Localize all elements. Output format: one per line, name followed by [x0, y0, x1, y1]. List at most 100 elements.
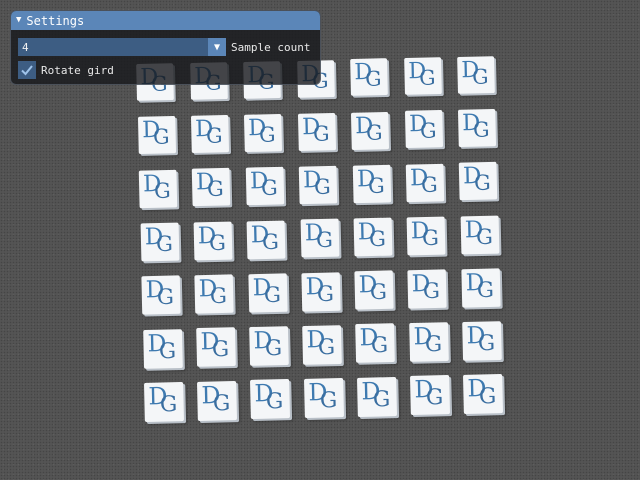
logo-letter-g: G	[371, 332, 389, 358]
dg-logo: DG	[195, 170, 227, 202]
logo-tile: DG	[352, 164, 391, 203]
logo-letter-g: G	[260, 176, 278, 201]
logo-letter-g: G	[212, 390, 231, 416]
logo-tile: DG	[190, 115, 229, 154]
logo-tile: DG	[298, 165, 338, 205]
dg-logo: DG	[413, 377, 447, 411]
logo-letter-g: G	[158, 338, 176, 364]
logo-letter-g: G	[477, 330, 496, 356]
logo-tile: DG	[249, 326, 289, 366]
logo-letter-g: G	[475, 224, 493, 249]
dg-logo: DG	[145, 277, 178, 310]
logo-tile: DG	[354, 270, 394, 310]
logo-tile: DG	[193, 221, 233, 261]
logo-tile: DG	[405, 163, 445, 202]
dg-logo: DG	[360, 378, 394, 412]
logo-letter-g: G	[425, 384, 444, 410]
dg-logo: DG	[412, 324, 445, 357]
dg-logo: DG	[302, 167, 334, 199]
logo-tile: DG	[140, 222, 179, 262]
rotate-grid-checkbox[interactable]	[18, 61, 36, 79]
logo-letter-g: G	[316, 281, 335, 306]
logo-tile: DG	[194, 274, 234, 314]
logo-tile: DG	[356, 376, 397, 417]
logo-letter-g: G	[369, 279, 388, 305]
logo-tile: DG	[462, 373, 504, 415]
logo-letter-g: G	[474, 171, 492, 196]
logo-letter-g: G	[263, 282, 281, 307]
logo-tile: DG	[138, 169, 178, 208]
settings-window[interactable]: ▼ Settings 4 ▼ Sample count Rotate gird	[10, 10, 321, 85]
sample-count-value: 4	[22, 40, 29, 54]
logo-tile: DG	[458, 109, 497, 148]
dg-logo: DG	[200, 382, 234, 416]
logo-letter-g: G	[471, 65, 489, 89]
logo-letter-g: G	[207, 177, 225, 202]
logo-letter-g: G	[419, 119, 437, 144]
logo-tile: DG	[351, 111, 390, 150]
dg-logo: DG	[460, 57, 492, 89]
logo-letter-g: G	[473, 118, 490, 142]
logo-letter-g: G	[319, 387, 337, 413]
logo-tile: DG	[355, 323, 396, 364]
logo-tile: DG	[245, 166, 284, 206]
logo-letter-g: G	[315, 227, 333, 253]
logo-letter-g: G	[421, 225, 440, 250]
rotate-grid-label: Rotate gird	[41, 63, 114, 77]
dg-logo: DG	[252, 328, 285, 361]
dg-logo: DG	[307, 379, 341, 413]
logo-tile: DG	[137, 116, 176, 155]
dg-logo: DG	[251, 275, 284, 307]
dg-logo: DG	[408, 112, 440, 144]
logo-letter-g: G	[209, 283, 228, 309]
logo-tile: DG	[197, 380, 238, 421]
logo-letter-g: G	[208, 230, 226, 255]
logo-letter-g: G	[423, 278, 441, 304]
logo-letter-g: G	[155, 231, 173, 257]
dg-logo: DG	[354, 113, 386, 145]
triangle-down-icon[interactable]: ▼	[16, 16, 21, 25]
dropdown-arrow-icon[interactable]: ▼	[208, 38, 226, 56]
logo-letter-g: G	[476, 277, 494, 302]
logo-letter-g: G	[159, 391, 178, 417]
logo-tile: DG	[250, 379, 291, 420]
logo-tile: DG	[195, 327, 236, 368]
logo-letter-g: G	[424, 331, 442, 357]
logo-tile: DG	[407, 269, 447, 309]
logo-tile: DG	[408, 322, 449, 362]
dg-logo: DG	[465, 322, 498, 356]
logo-letter-g: G	[366, 120, 384, 145]
dg-logo: DG	[197, 223, 230, 255]
dg-logo: DG	[147, 383, 181, 417]
settings-title-bar[interactable]: ▼ Settings	[11, 11, 320, 30]
sample-count-label: Sample count	[231, 40, 311, 54]
dg-logo: DG	[199, 329, 232, 362]
logo-tile: DG	[297, 112, 336, 151]
logo-letter-g: G	[372, 386, 391, 412]
logo-tile: DG	[300, 218, 339, 258]
logo-tile: DG	[192, 168, 231, 207]
logo-letter-g: G	[156, 284, 175, 310]
logo-tile: DG	[302, 324, 342, 365]
logo-letter-g: G	[364, 67, 382, 91]
dg-logo: DG	[304, 273, 337, 306]
dg-logo: DG	[146, 330, 179, 364]
checkmark-icon	[21, 65, 33, 76]
dg-logo: DG	[355, 166, 387, 198]
dg-logo: DG	[247, 115, 279, 147]
sample-count-combo[interactable]: 4 ▼	[18, 38, 226, 56]
dg-logo: DG	[303, 220, 336, 253]
logo-tile: DG	[143, 381, 185, 423]
settings-title: Settings	[26, 13, 85, 28]
dg-logo: DG	[464, 269, 497, 302]
logo-tile: DG	[350, 58, 388, 97]
logo-tile: DG	[404, 110, 443, 149]
dg-logo: DG	[142, 171, 174, 203]
logo-letter-g: G	[152, 125, 170, 150]
dg-logo: DG	[359, 325, 392, 358]
dg-logo: DG	[357, 219, 390, 252]
logo-letter-g: G	[367, 173, 385, 198]
logo-tile: DG	[459, 162, 498, 201]
logo-tile: DG	[403, 57, 442, 95]
dg-logo: DG	[407, 59, 439, 90]
